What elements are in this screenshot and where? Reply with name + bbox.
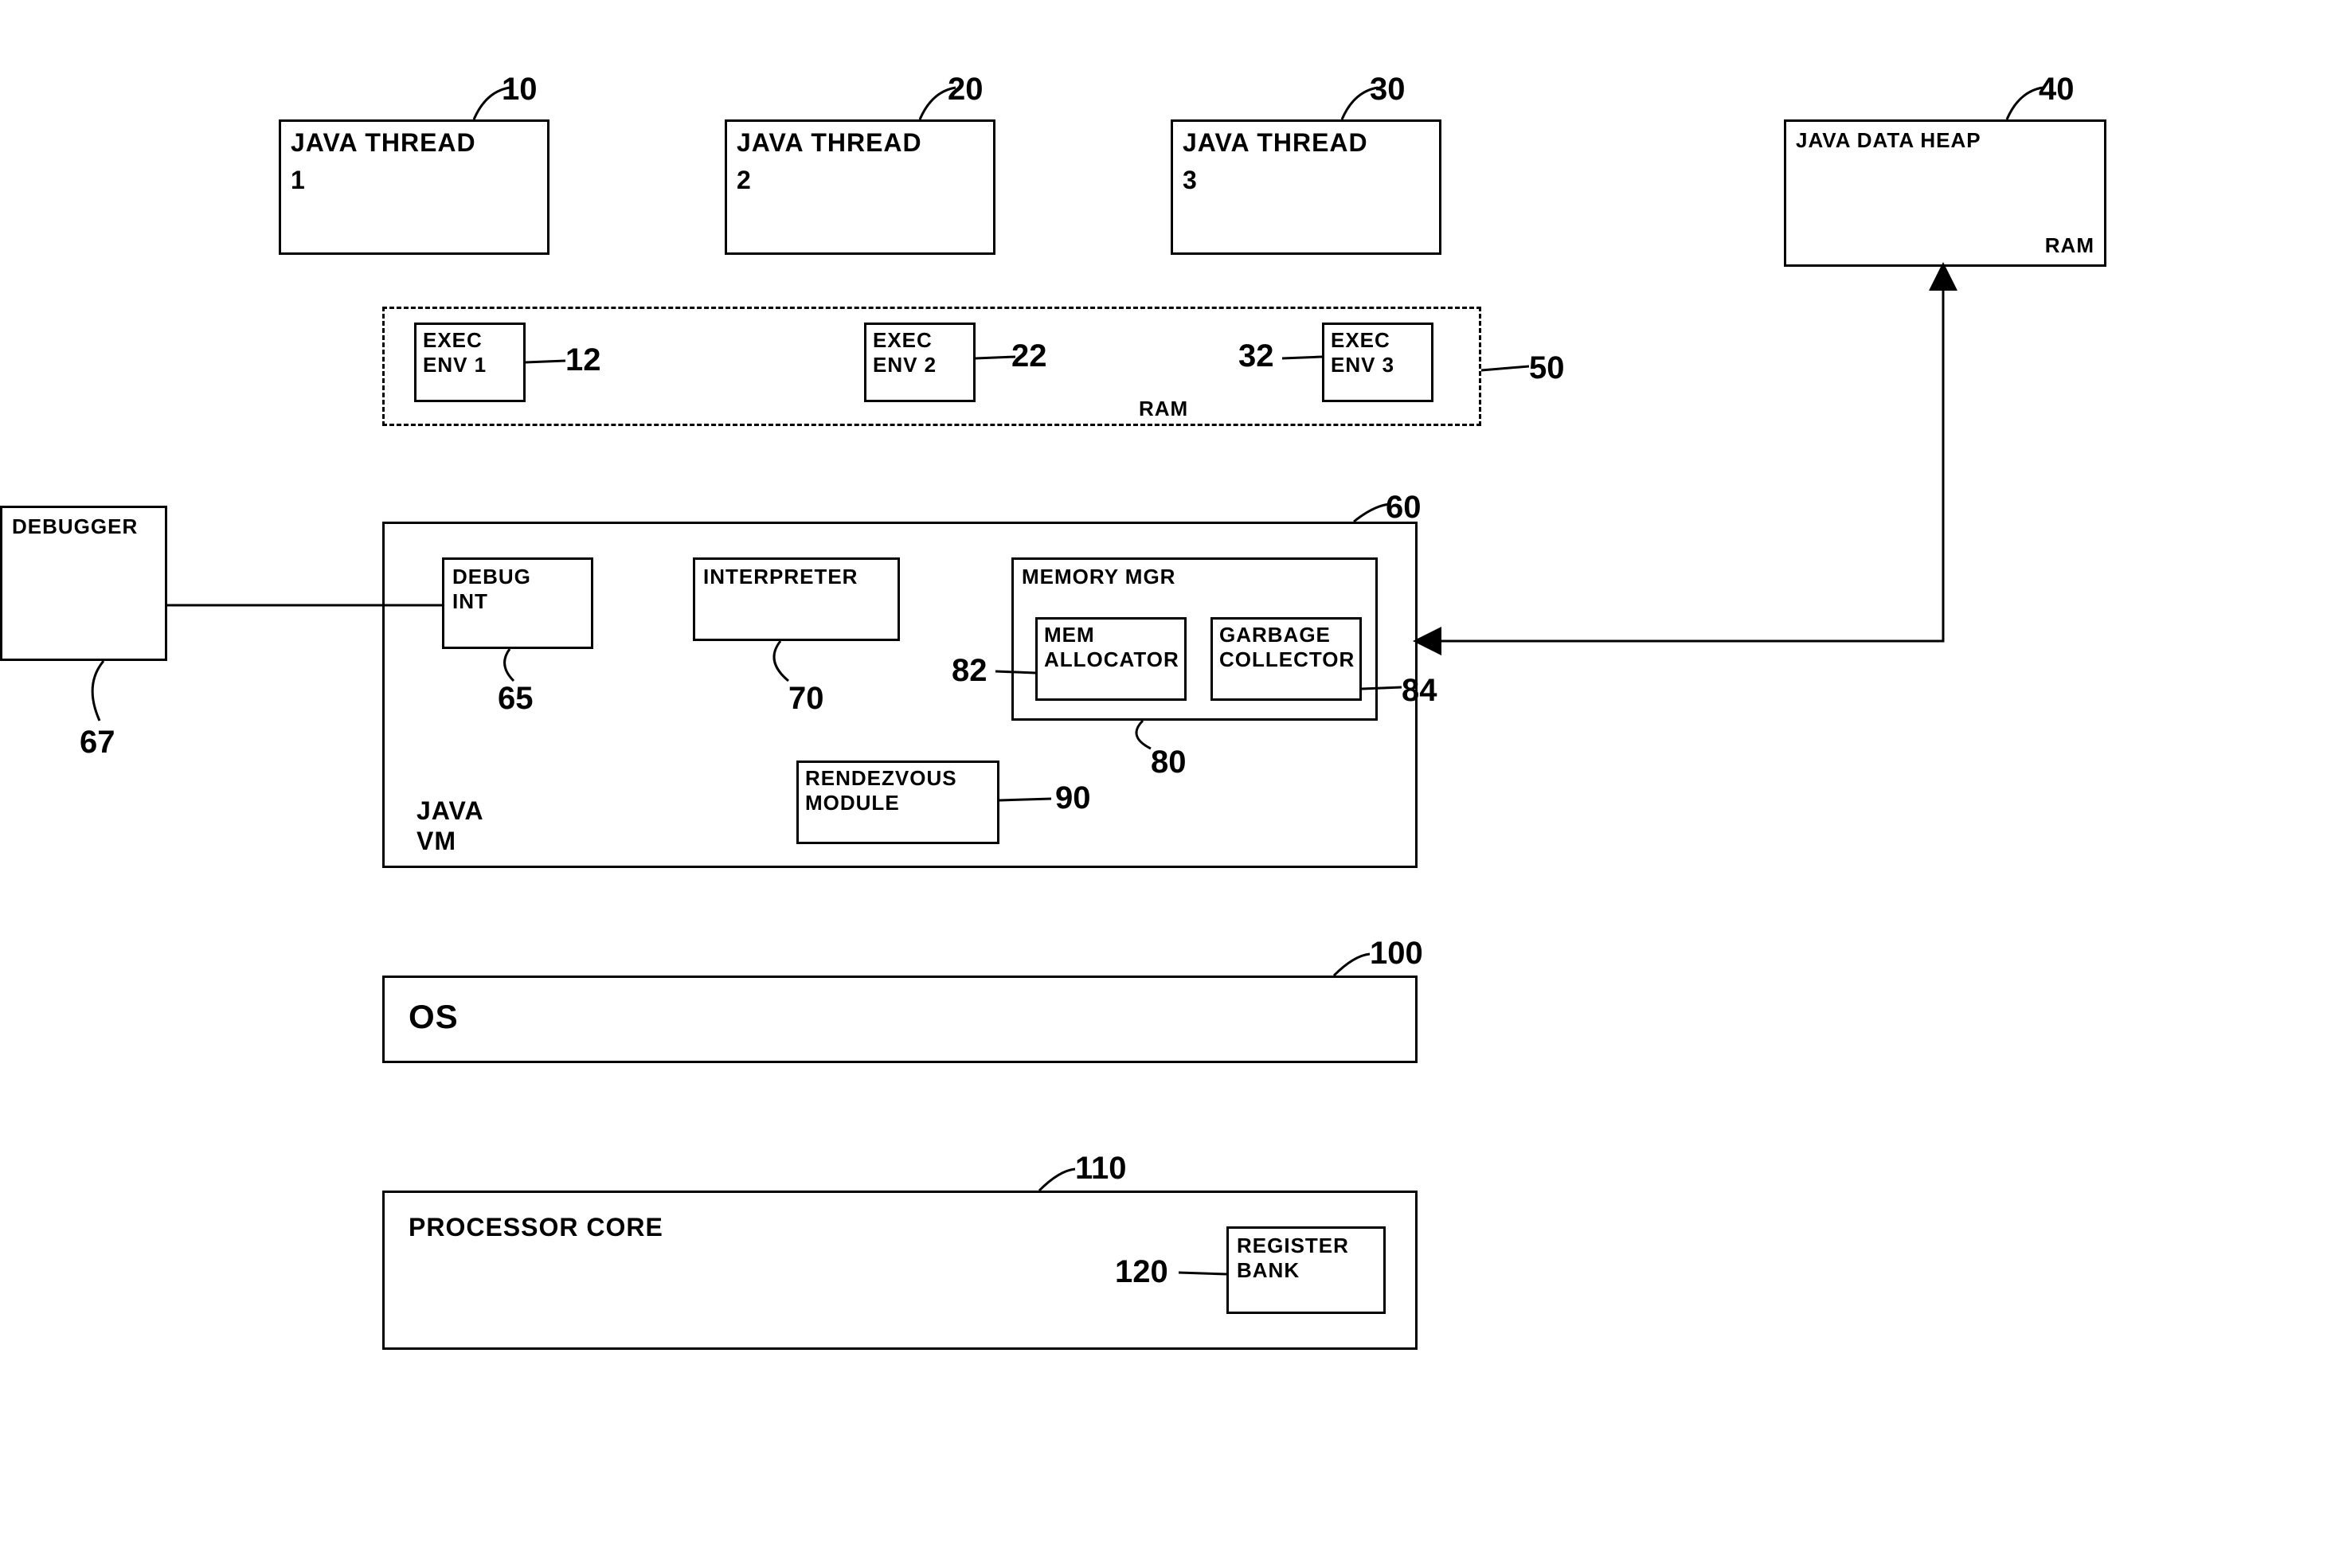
ref-84: 84 (1402, 673, 1437, 709)
ram-label: RAM (1139, 397, 1188, 421)
ref-90: 90 (1055, 780, 1091, 816)
java-data-heap-box: JAVA DATA HEAP RAM (1784, 119, 2106, 267)
ref-67: 67 (80, 725, 115, 761)
interpreter-label: INTERPRETER (703, 565, 890, 589)
gc-l2: COLLECTOR (1219, 647, 1353, 672)
exec-env-1-box: EXEC ENV 1 (414, 323, 526, 402)
os-box: OS (382, 976, 1418, 1063)
java-thread-1-label: JAVA THREAD (291, 128, 538, 158)
debugger-box: DEBUGGER (0, 506, 167, 661)
exec-env-3-box: EXEC ENV 3 (1322, 323, 1433, 402)
rendezvous-l1: RENDEZVOUS (805, 766, 991, 791)
ref-100: 100 (1370, 936, 1423, 972)
java-thread-3-box: JAVA THREAD 3 (1171, 119, 1441, 255)
java-thread-1-num: 1 (291, 166, 538, 195)
vm-label-1: JAVA (417, 796, 484, 826)
register-bank-l1: REGISTER (1237, 1234, 1375, 1258)
heap-ram: RAM (2045, 233, 2094, 258)
ref-32: 32 (1238, 338, 1274, 374)
exec-env-2-box: EXEC ENV 2 (864, 323, 976, 402)
ref-12: 12 (565, 342, 601, 378)
ref-110: 110 (1075, 1151, 1127, 1187)
java-thread-2-box: JAVA THREAD 2 (725, 119, 995, 255)
java-thread-2-num: 2 (737, 166, 984, 195)
exec-env-2-l1: EXEC (873, 328, 967, 353)
heap-label: JAVA DATA HEAP (1796, 128, 2094, 153)
exec-env-2-l2: ENV 2 (873, 353, 967, 377)
os-label: OS (409, 998, 1391, 1036)
rendezvous-module-box: RENDEZVOUS MODULE (796, 761, 999, 844)
mem-allocator-box: MEM ALLOCATOR (1035, 617, 1187, 701)
register-bank-box: REGISTER BANK (1226, 1226, 1386, 1314)
vm-label-2: VM (417, 827, 456, 856)
ref-120: 120 (1115, 1254, 1168, 1290)
interpreter-box: INTERPRETER (693, 557, 900, 641)
ref-70: 70 (788, 681, 824, 717)
garbage-collector-box: GARBAGE COLLECTOR (1210, 617, 1362, 701)
ref-65: 65 (498, 681, 534, 717)
java-thread-1-box: JAVA THREAD 1 (279, 119, 549, 255)
ref-82: 82 (952, 653, 988, 689)
exec-env-3-l1: EXEC (1331, 328, 1425, 353)
mem-alloc-l2: ALLOCATOR (1044, 647, 1178, 672)
exec-env-1-l1: EXEC (423, 328, 517, 353)
debug-int-l2: INT (452, 589, 583, 614)
connector-debugger-to-debugint (167, 601, 442, 609)
gc-l1: GARBAGE (1219, 623, 1353, 647)
memory-mgr-label: MEMORY MGR (1022, 565, 1367, 589)
java-thread-2-label: JAVA THREAD (737, 128, 984, 158)
exec-env-1-l2: ENV 1 (423, 353, 517, 377)
debug-int-box: DEBUG INT (442, 557, 593, 649)
mem-alloc-l1: MEM (1044, 623, 1178, 647)
java-thread-3-label: JAVA THREAD (1183, 128, 1429, 158)
exec-env-3-l2: ENV 3 (1331, 353, 1425, 377)
ref-22: 22 (1011, 338, 1047, 374)
debugger-label: DEBUGGER (12, 514, 155, 539)
debug-int-l1: DEBUG (452, 565, 583, 589)
register-bank-l2: BANK (1237, 1258, 1375, 1283)
rendezvous-l2: MODULE (805, 791, 991, 815)
connector-heap-to-memmgr (1418, 267, 1959, 657)
java-thread-3-num: 3 (1183, 166, 1429, 195)
